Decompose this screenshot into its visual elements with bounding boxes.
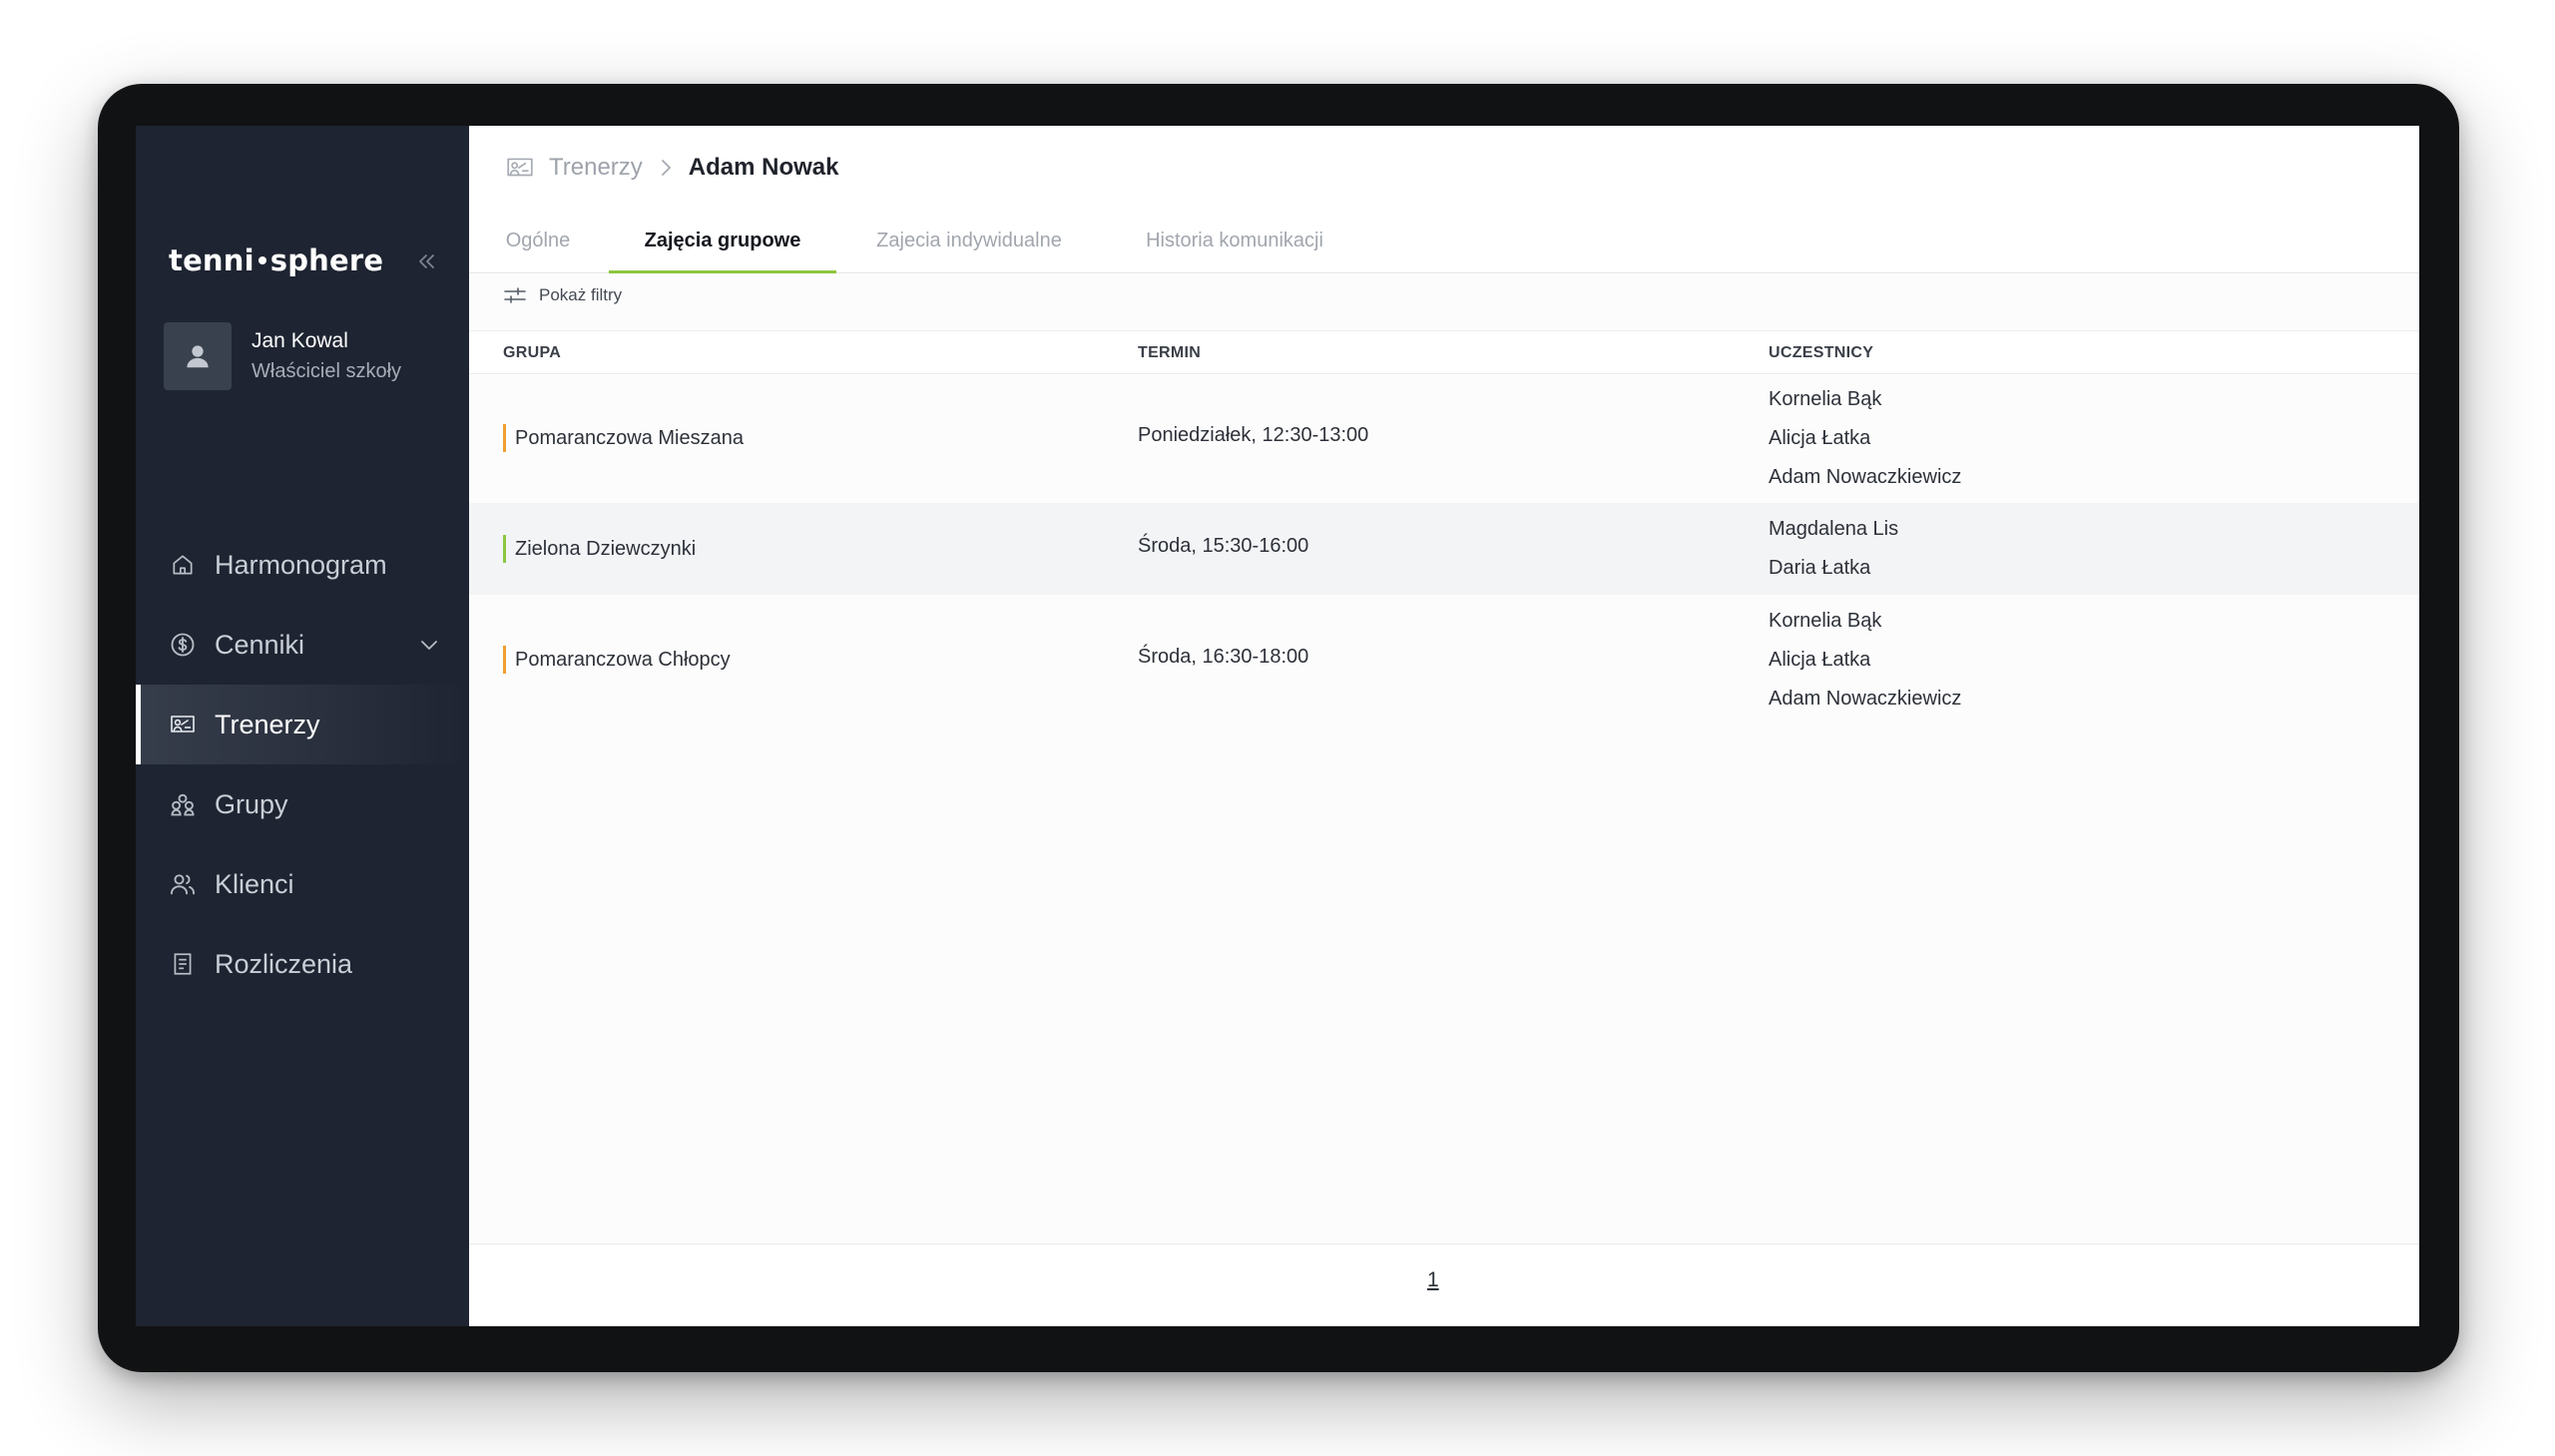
breadcrumb-current: Adam Nowak: [688, 154, 839, 181]
group-name[interactable]: Zielona Dziewczynki: [515, 538, 696, 561]
trainer-board-icon: [169, 711, 197, 738]
sidebar-item-label: Klienci: [215, 868, 294, 899]
user-name: Jan Kowal: [252, 329, 348, 352]
app-logo: tenni sphere: [169, 243, 384, 277]
table-row[interactable]: Pomaranczowa Mieszana Poniedziałek, 12:3…: [469, 373, 2419, 503]
users-icon: [169, 870, 197, 898]
column-header-grupa[interactable]: GRUPA: [503, 331, 561, 373]
chevron-right-icon: [657, 157, 675, 179]
group-icon: [169, 790, 197, 818]
breadcrumb-parent-link[interactable]: Trenerzy: [549, 154, 643, 182]
participant-name: Magdalena Lis: [1769, 518, 1899, 540]
sidebar-item-cenniki[interactable]: Cenniki: [136, 605, 469, 685]
tab-zajecia-indywidualne[interactable]: Zajecia indywidualne: [869, 210, 1069, 272]
tab-ogolne[interactable]: Ogólne: [503, 210, 573, 272]
user-avatar-icon: [187, 345, 209, 368]
pagination: 1: [469, 1243, 2419, 1326]
show-filters-label: Pokaż filtry: [539, 285, 623, 304]
document-icon: [169, 950, 197, 978]
breadcrumb: Trenerzy Adam Nowak: [469, 126, 2419, 211]
sliders-icon: [504, 287, 526, 303]
group-name[interactable]: Pomaranczowa Mieszana: [515, 427, 744, 450]
column-header-termin[interactable]: TERMIN: [1138, 331, 1201, 373]
user-profile[interactable]: Jan Kowal Właściciel szkoły: [164, 322, 401, 390]
group-cell: Pomaranczowa Mieszana: [503, 424, 744, 452]
show-filters-button[interactable]: Pokaż filtry: [503, 285, 622, 305]
participant-name: Alicja Łatka: [1769, 427, 1871, 449]
page-number-button[interactable]: 1: [1427, 1268, 1439, 1292]
participant-name: Adam Nowaczkiewicz: [1769, 466, 1962, 488]
device-frame: tennisphere Jan Kowal Właściciel szkoły: [98, 84, 2459, 1372]
sidebar-item-label: Grupy: [215, 788, 288, 819]
avatar: [164, 322, 232, 390]
participant-name: Kornelia Bąk: [1769, 610, 1882, 632]
sidebar-item-label: Cenniki: [215, 629, 305, 660]
column-header-uczestnicy[interactable]: UCZESTNICY: [1769, 331, 1873, 373]
sidebar-item-label: Trenerzy: [215, 709, 320, 739]
table-row[interactable]: Zielona Dziewczynki Środa, 15:30-16:00 M…: [469, 503, 2419, 595]
tab-zajecia-grupowe[interactable]: Zajęcia grupowe: [609, 210, 836, 273]
group-color-bar: [503, 424, 506, 452]
group-cell: Pomaranczowa Chłopcy: [503, 646, 731, 674]
sidebar-item-harmonogram[interactable]: Harmonogram: [136, 525, 469, 605]
sidebar-item-grupy[interactable]: Grupy: [136, 764, 469, 844]
sidebar-item-label: Harmonogram: [215, 549, 387, 580]
sidebar-item-label: Rozliczenia: [215, 948, 353, 979]
main-content: Trenerzy Adam Nowak Ogólne Zajęcia grupo…: [469, 126, 2419, 1326]
table-row[interactable]: Pomaranczowa Chłopcy Środa, 16:30-18:00 …: [469, 595, 2419, 725]
sidebar-nav: Harmonogram Cenniki Trenerzy Grupy Klien…: [136, 525, 469, 1004]
chevrons-left-icon: [419, 254, 434, 268]
sidebar-item-rozliczenia[interactable]: Rozliczenia: [136, 924, 469, 1004]
tab-historia-komunikacji[interactable]: Historia komunikacji: [1139, 210, 1330, 272]
sidebar-item-trenerzy[interactable]: Trenerzy: [136, 685, 469, 764]
participants-cell: Kornelia Bąk Alicja Łatka Adam Nowaczkie…: [1769, 380, 1961, 497]
group-name[interactable]: Pomaranczowa Chłopcy: [515, 649, 731, 672]
table-header: GRUPA TERMIN UCZESTNICY: [469, 330, 2419, 374]
sidebar-item-klienci[interactable]: Klienci: [136, 844, 469, 924]
sidebar: tennisphere Jan Kowal Właściciel szkoły: [136, 126, 469, 1326]
chevron-down-icon[interactable]: [417, 633, 441, 662]
term-cell: Poniedziałek, 12:30-13:00: [1138, 424, 1369, 446]
home-icon: [169, 551, 197, 579]
participant-name: Daria Łatka: [1769, 557, 1871, 579]
participants-cell: Magdalena Lis Daria Łatka: [1769, 510, 1898, 588]
participant-name: Kornelia Bąk: [1769, 388, 1882, 410]
group-color-bar: [503, 535, 506, 563]
participants-cell: Kornelia Bąk Alicja Łatka Adam Nowaczkie…: [1769, 602, 1961, 719]
group-cell: Zielona Dziewczynki: [503, 535, 696, 563]
user-role: Właściciel szkoły: [252, 360, 402, 382]
dollar-icon: [169, 631, 197, 659]
participant-name: Alicja Łatka: [1769, 649, 1871, 671]
group-color-bar: [503, 646, 506, 674]
trainer-board-icon: [505, 155, 535, 181]
tab-bar: Ogólne Zajęcia grupowe Zajecia indywidua…: [469, 210, 2419, 273]
participant-name: Adam Nowaczkiewicz: [1769, 688, 1962, 710]
collapse-sidebar-button[interactable]: [415, 249, 439, 273]
term-cell: Środa, 15:30-16:00: [1138, 535, 1309, 557]
app-screen: tennisphere Jan Kowal Właściciel szkoły: [136, 126, 2419, 1326]
term-cell: Środa, 16:30-18:00: [1138, 646, 1309, 668]
